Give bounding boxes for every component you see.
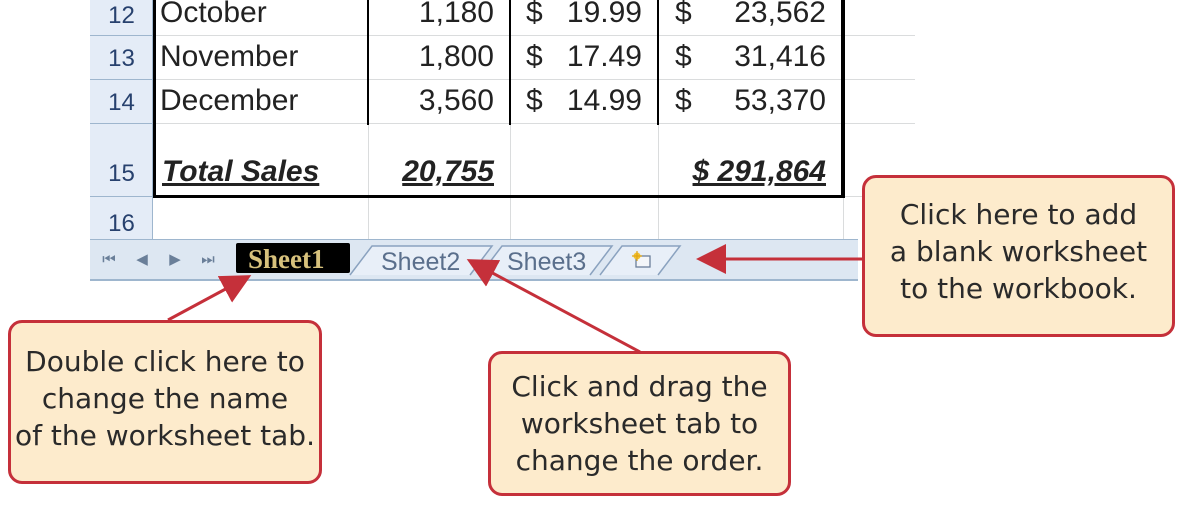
callout-reorder-tab: Click and drag the worksheet tab to chan…: [488, 351, 791, 496]
callout-line: of the worksheet tab.: [15, 419, 315, 453]
callout-line: Click and drag the: [511, 370, 768, 403]
callout-line: to the workbook.: [900, 272, 1137, 306]
callout-line: change the name: [41, 382, 289, 416]
callout-line: change the order.: [515, 444, 764, 478]
callout-line: Double click here to: [25, 345, 305, 378]
callout-line: Click here to add: [899, 198, 1138, 231]
callout-line: worksheet tab to: [520, 407, 759, 441]
callout-line: a blank worksheet: [889, 235, 1148, 269]
arrow-to-sheet1: [167, 275, 252, 322]
callout-rename-tab: Double click here to change the name of …: [8, 320, 322, 484]
arrow-to-sheet2: [466, 259, 641, 354]
callout-add-worksheet: Click here to add a blank worksheet to t…: [862, 175, 1175, 337]
